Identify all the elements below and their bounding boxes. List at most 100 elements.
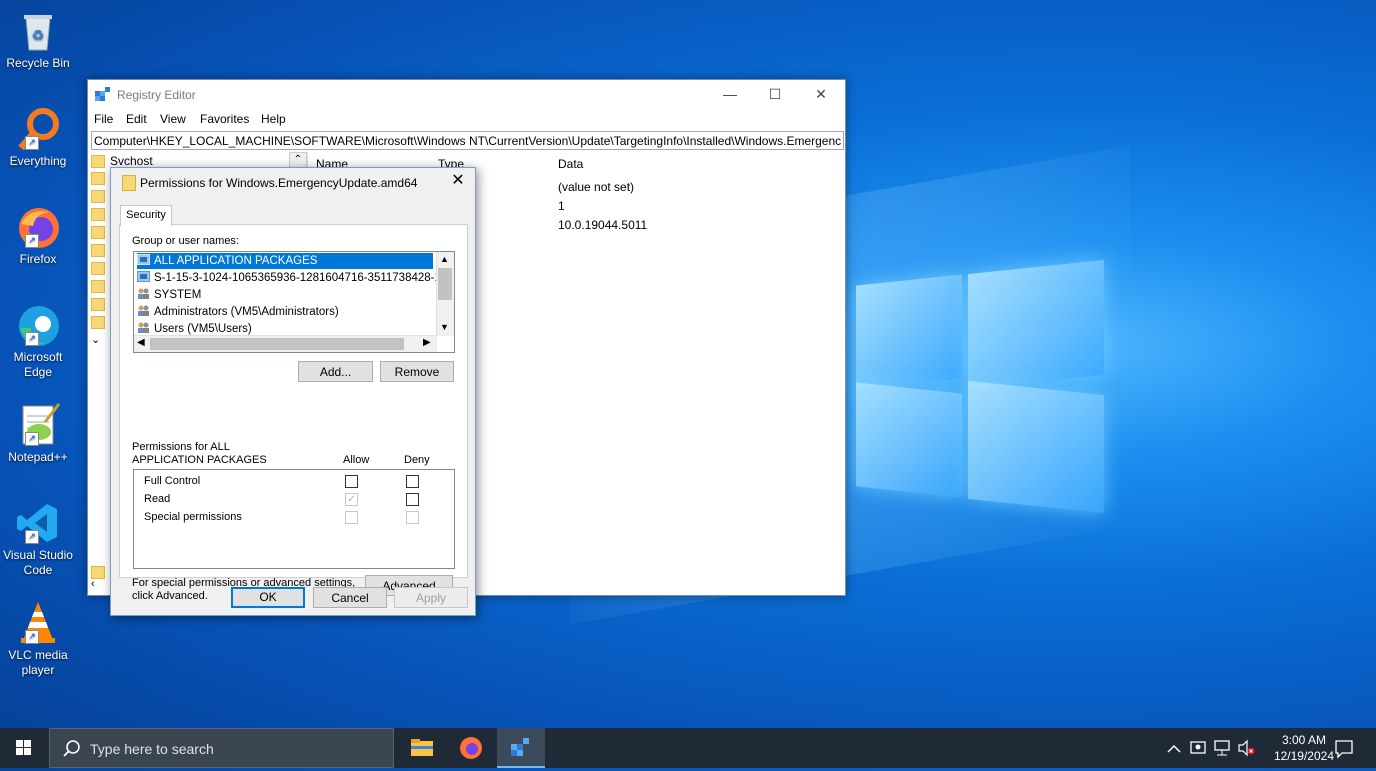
- tray-volume-muted-icon[interactable]: [1236, 728, 1256, 768]
- windows-wallpaper-logo: [570, 145, 1130, 625]
- group-user-list[interactable]: ALL APPLICATION PACKAGES S-1-15-3-1024-1…: [133, 251, 455, 353]
- tab-security[interactable]: Security: [120, 205, 172, 226]
- tree-scroll-left-icon[interactable]: ‹: [91, 578, 95, 590]
- firefox-icon: [460, 737, 482, 759]
- apply-button[interactable]: Apply: [394, 587, 468, 608]
- value-data-version: 10.0.19044.5011: [558, 218, 648, 232]
- folder-icon: [91, 280, 105, 293]
- add-button[interactable]: Add...: [298, 361, 373, 382]
- scroll-down-icon[interactable]: ▼: [440, 322, 449, 332]
- menu-favorites[interactable]: Favorites: [200, 112, 249, 126]
- title-bar[interactable]: Registry Editor — ☐ ✕: [88, 80, 845, 109]
- desktop-icon-notepadpp[interactable]: ↗ Notepad++: [2, 402, 74, 465]
- menu-edit[interactable]: Edit: [126, 112, 147, 126]
- read-deny-checkbox[interactable]: [406, 493, 419, 506]
- address-bar[interactable]: Computer\HKEY_LOCAL_MACHINE\SOFTWARE\Mic…: [91, 131, 844, 150]
- permissions-for-label: Permissions for ALL APPLICATION PACKAGES: [132, 441, 267, 467]
- action-center-icon[interactable]: [1332, 728, 1356, 768]
- taskbar-file-explorer[interactable]: [398, 728, 446, 768]
- dialog-close-button[interactable]: ✕: [447, 170, 469, 190]
- special-allow-checkbox[interactable]: [345, 511, 358, 524]
- hscroll-thumb[interactable]: [150, 338, 404, 350]
- cancel-button[interactable]: Cancel: [313, 587, 387, 608]
- folder-icon: [91, 155, 105, 168]
- package-icon: [136, 253, 151, 266]
- taskbar: Type here to search 3:00 AM 12/19/2024: [0, 728, 1376, 768]
- vlc-icon: ↗: [15, 600, 61, 646]
- file-explorer-icon: [411, 739, 433, 756]
- full-control-allow-checkbox[interactable]: [345, 475, 358, 488]
- desktop-icon-edge[interactable]: ↗ Microsoft Edge: [2, 302, 74, 380]
- value-data-default: (value not set): [558, 180, 635, 194]
- tray-overflow-chevron-icon[interactable]: [1164, 728, 1184, 768]
- desktop-icon-vscode[interactable]: ↗ Visual Studio Code: [2, 500, 74, 578]
- clock-date: 12/19/2024: [1273, 749, 1334, 763]
- folder-icon: [91, 226, 105, 239]
- registry-editor-icon: [511, 738, 529, 756]
- perm-row-special: Special permissions: [144, 511, 242, 523]
- scroll-left-icon[interactable]: ◀: [137, 337, 145, 348]
- users-icon: [137, 322, 150, 333]
- perm-row-full-control: Full Control: [144, 475, 201, 487]
- group-item-sid[interactable]: S-1-15-3-1024-1065365936-1281604716-3511…: [136, 270, 454, 286]
- tree-expand-chevron-icon[interactable]: ⌄: [91, 333, 100, 346]
- scroll-up-icon[interactable]: ▲: [440, 254, 449, 264]
- taskbar-registry-editor[interactable]: [497, 728, 545, 768]
- desktop-icon-recycle-bin[interactable]: ♻ Recycle Bin: [2, 8, 74, 71]
- group-list-vertical-scrollbar[interactable]: ▲ ▼: [436, 252, 454, 336]
- desktop-icon-label: Recycle Bin: [6, 56, 70, 70]
- window-title: Registry Editor: [117, 88, 196, 102]
- notepadpp-icon: ↗: [15, 402, 61, 448]
- taskbar-search-box[interactable]: Type here to search: [49, 728, 394, 768]
- folder-icon: [122, 175, 136, 191]
- users-icon: [137, 288, 150, 299]
- minimize-button[interactable]: —: [707, 80, 753, 109]
- start-button[interactable]: [0, 728, 48, 768]
- search-placeholder: Type here to search: [90, 741, 214, 757]
- read-allow-checkbox[interactable]: ✓: [345, 493, 358, 506]
- desktop-icon-label: Visual Studio Code: [3, 548, 73, 577]
- desktop-icon-label: Notepad++: [8, 450, 68, 464]
- menu-bar: File Edit View Favorites Help: [88, 109, 845, 129]
- svg-text:♻: ♻: [32, 27, 45, 43]
- dialog-title: Permissions for Windows.EmergencyUpdate.…: [140, 176, 418, 190]
- scroll-thumb[interactable]: [438, 268, 452, 300]
- group-item-label: Administrators (VM5\Administrators): [154, 306, 339, 318]
- value-data-1: 1: [558, 199, 565, 213]
- full-control-deny-checkbox[interactable]: [406, 475, 419, 488]
- menu-help[interactable]: Help: [261, 112, 286, 126]
- close-button[interactable]: ✕: [798, 80, 844, 109]
- group-list-horizontal-scrollbar[interactable]: ◀ ▶: [134, 335, 437, 352]
- windows-start-icon: [16, 740, 31, 755]
- allow-column-header: Allow: [343, 454, 370, 466]
- users-icon: [137, 305, 150, 316]
- tray-security-icon[interactable]: [1188, 728, 1208, 768]
- taskbar-clock[interactable]: 3:00 AM 12/19/2024: [1274, 732, 1334, 764]
- column-data[interactable]: Data: [558, 157, 583, 171]
- desktop-icon-vlc[interactable]: ↗ VLC media player: [2, 600, 74, 678]
- menu-view[interactable]: View: [160, 112, 186, 126]
- taskbar-firefox[interactable]: [447, 728, 495, 768]
- desktop-icon-firefox[interactable]: ↗ Firefox: [2, 204, 74, 267]
- group-item-system[interactable]: SYSTEM: [137, 287, 201, 303]
- group-item-label: SYSTEM: [154, 289, 202, 301]
- desktop-icon-label: VLC media player: [8, 648, 68, 677]
- tree-item-svchost[interactable]: Svchost: [110, 154, 153, 168]
- remove-button[interactable]: Remove: [380, 361, 454, 382]
- perm-row-read: Read: [144, 493, 171, 505]
- scroll-right-icon[interactable]: ▶: [423, 337, 431, 348]
- desktop-icon-label: Firefox: [19, 252, 57, 266]
- maximize-button[interactable]: ☐: [752, 80, 798, 109]
- desktop-icon-label: Everything: [9, 154, 67, 168]
- ok-button[interactable]: OK: [231, 587, 305, 608]
- permissions-dialog: Permissions for Windows.EmergencyUpdate.…: [110, 167, 476, 616]
- folder-icon: [91, 172, 105, 185]
- group-item-administrators[interactable]: Administrators (VM5\Administrators): [137, 304, 339, 320]
- group-item-label: S-1-15-3-1024-1065365936-1281604716-3511…: [154, 272, 454, 284]
- special-deny-checkbox[interactable]: [406, 511, 419, 524]
- desktop-icon-everything[interactable]: ↗ Everything: [2, 106, 74, 169]
- group-item-all-app-packages[interactable]: ALL APPLICATION PACKAGES: [136, 253, 433, 269]
- menu-file[interactable]: File: [94, 112, 113, 126]
- desktop-icon-label: Microsoft Edge: [13, 350, 63, 379]
- tray-network-icon[interactable]: [1212, 728, 1232, 768]
